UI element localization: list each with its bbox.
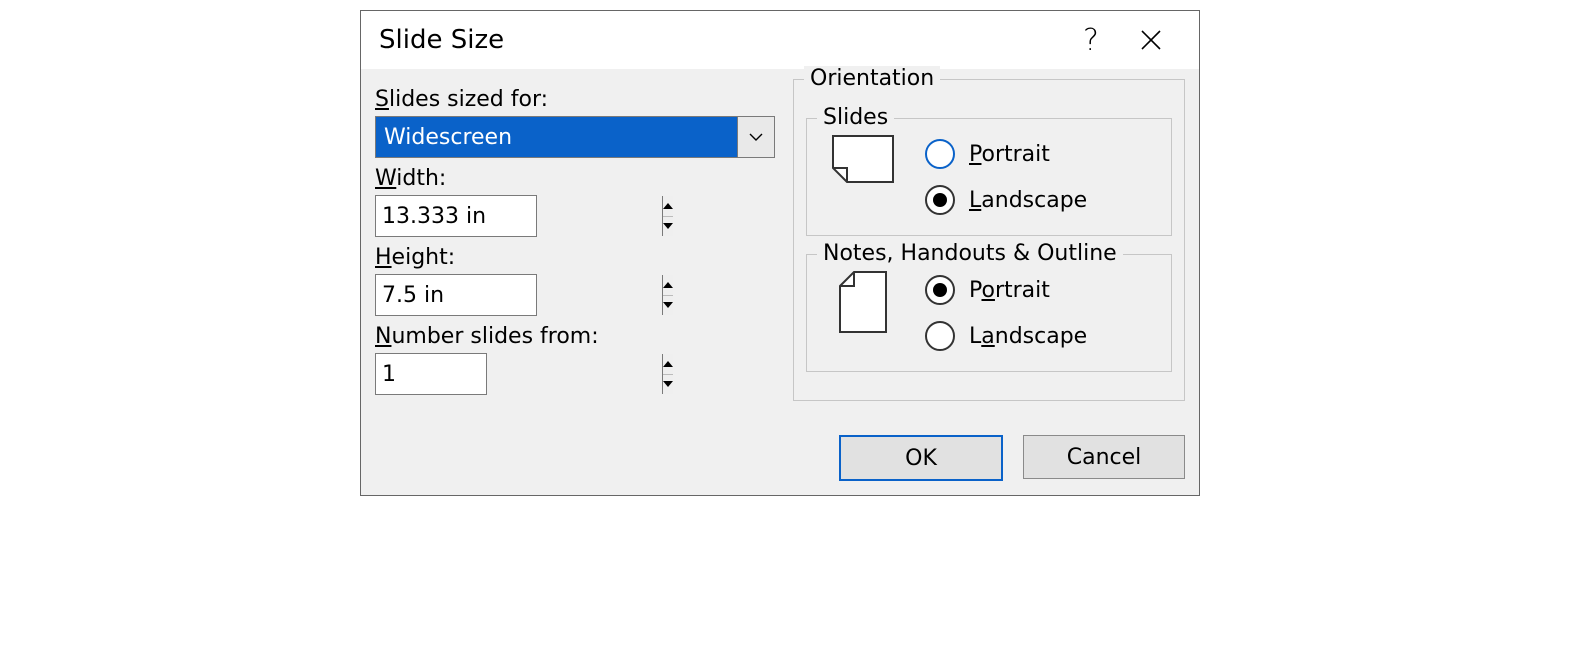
width-label: Width: xyxy=(375,166,775,191)
slides-landscape-label: Landscape xyxy=(969,188,1087,213)
triangle-down-icon xyxy=(663,223,673,229)
radio-icon xyxy=(925,321,955,351)
notes-group-title: Notes, Handouts & Outline xyxy=(817,241,1123,266)
number-up-button[interactable] xyxy=(663,354,673,375)
close-button[interactable] xyxy=(1121,11,1181,69)
height-label: Height: xyxy=(375,245,775,270)
notes-landscape-label: Landscape xyxy=(969,324,1087,349)
triangle-up-icon xyxy=(663,282,673,288)
number-slides-from-label: Number slides from: xyxy=(375,324,775,349)
right-pane: Orientation Slides xyxy=(793,79,1185,415)
width-up-button[interactable] xyxy=(663,196,673,217)
triangle-up-icon xyxy=(663,361,673,367)
chevron-down-icon xyxy=(749,132,763,142)
radio-selected-icon xyxy=(925,275,955,305)
notes-landscape-radio[interactable]: Landscape xyxy=(925,321,1087,351)
cancel-button[interactable]: Cancel xyxy=(1023,435,1185,479)
dropdown-button[interactable] xyxy=(737,117,774,157)
portrait-page-icon xyxy=(823,271,903,333)
notes-orientation-group: Notes, Handouts & Outline Portrait xyxy=(806,254,1172,372)
width-down-button[interactable] xyxy=(663,217,673,237)
slides-sized-for-value: Widescreen xyxy=(376,117,737,157)
slides-group-title: Slides xyxy=(817,105,894,130)
dialog-title: Slide Size xyxy=(379,25,504,55)
orientation-group: Orientation Slides xyxy=(793,79,1185,401)
number-slides-from-spinner[interactable] xyxy=(375,353,487,395)
slides-orientation-group: Slides Portrait xyxy=(806,118,1172,236)
notes-portrait-label: Portrait xyxy=(969,278,1050,303)
slides-portrait-label: Portrait xyxy=(969,142,1050,167)
radio-icon xyxy=(925,139,955,169)
slide-size-dialog: Slide Size ? Slides sized for: Widescree… xyxy=(360,10,1200,496)
height-down-button[interactable] xyxy=(663,296,673,316)
slides-landscape-radio[interactable]: Landscape xyxy=(925,185,1087,215)
notes-portrait-radio[interactable]: Portrait xyxy=(925,275,1087,305)
triangle-down-icon xyxy=(663,302,673,308)
help-button[interactable]: ? xyxy=(1061,11,1121,69)
number-down-button[interactable] xyxy=(663,375,673,395)
ok-button[interactable]: OK xyxy=(839,435,1003,481)
radio-selected-icon xyxy=(925,185,955,215)
dialog-footer: OK Cancel xyxy=(361,425,1199,495)
triangle-up-icon xyxy=(663,203,673,209)
number-slides-from-input[interactable] xyxy=(376,354,662,394)
left-pane: Slides sized for: Widescreen Width: xyxy=(375,79,775,415)
slides-portrait-radio[interactable]: Portrait xyxy=(925,139,1087,169)
height-spinner[interactable] xyxy=(375,274,537,316)
height-up-button[interactable] xyxy=(663,275,673,296)
titlebar: Slide Size ? xyxy=(361,11,1199,69)
help-icon: ? xyxy=(1083,23,1099,58)
width-input[interactable] xyxy=(376,196,662,236)
slides-sized-for-dropdown[interactable]: Widescreen xyxy=(375,116,775,158)
orientation-group-title: Orientation xyxy=(804,66,940,91)
triangle-down-icon xyxy=(663,381,673,387)
slides-sized-for-label: Slides sized for: xyxy=(375,87,775,112)
landscape-page-icon xyxy=(823,135,903,183)
close-icon xyxy=(1140,29,1162,51)
width-spinner[interactable] xyxy=(375,195,537,237)
height-input[interactable] xyxy=(376,275,662,315)
